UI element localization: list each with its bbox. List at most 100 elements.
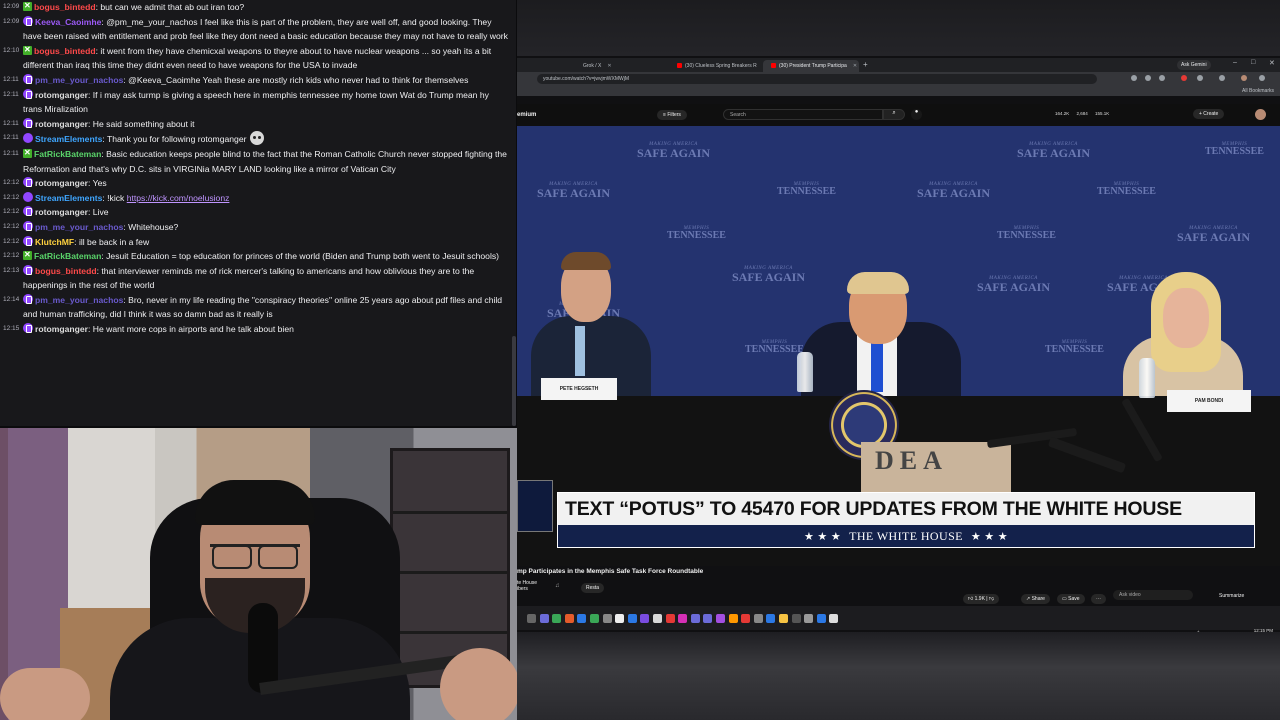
taskbar-app-icon[interactable] [753,614,763,623]
subscriber-badge-icon[interactable] [23,73,33,84]
minimize-icon[interactable]: – [1233,59,1237,66]
subscriber-badge-icon[interactable] [23,293,33,304]
taskbar-app-icon[interactable] [716,614,725,623]
sidepanel-icon[interactable] [1219,75,1225,81]
filters-button[interactable]: ≡ Filters [657,110,687,120]
chat-username[interactable]: Keeva_Caoimhe [35,17,101,27]
backdrop-logo: MAKING AMERICASAFE AGAIN [637,142,710,159]
bot-badge-icon[interactable] [23,133,33,144]
chat-username[interactable]: rotomganger [35,207,88,217]
taskbar-app-icon[interactable] [653,614,662,623]
chat-username[interactable]: KlutchMF [35,237,74,247]
taskbar-app-icon[interactable] [539,614,549,623]
avatar[interactable] [1255,109,1266,120]
extension-icon[interactable] [1145,75,1151,81]
taskbar-app-icon[interactable] [703,614,713,623]
close-icon[interactable]: ✕ [607,63,611,69]
chat-username[interactable]: pm_me_your_nachos [35,222,123,232]
subscriber-badge-icon[interactable] [23,264,33,275]
bookmark-star-icon[interactable] [1159,75,1165,81]
taskbar-app-icon[interactable] [791,614,801,623]
subscriber-badge-icon[interactable] [23,88,33,99]
notification-bell-icon[interactable]: ♫ [555,583,560,589]
share-button[interactable]: ↗ Share [1021,594,1050,604]
close-icon[interactable]: ✕ [853,63,857,69]
chat-username[interactable]: FatRickBateman [34,251,101,261]
subscriber-badge-icon[interactable] [23,220,33,231]
taskbar-app-icon[interactable] [766,614,776,623]
extension-icon[interactable] [1197,75,1203,81]
taskbar-app-icon[interactable] [690,614,700,623]
profile-avatar[interactable] [1241,75,1247,81]
vip-badge-icon[interactable] [23,43,32,57]
taskbar-app-icon[interactable] [741,614,751,623]
chat-username[interactable]: bogus_bintedd [34,2,96,12]
extension-icon[interactable] [1181,75,1187,81]
taskbar-app-icon[interactable] [829,614,839,623]
timestamp: 12:12 [3,237,20,245]
chat-username[interactable]: StreamElements [35,193,102,203]
chat-username[interactable]: StreamElements [35,134,102,144]
youtube-logo[interactable]: emium [517,112,536,118]
taskbar-app-icon[interactable] [615,614,625,623]
search-input[interactable]: Search [723,109,883,120]
taskbar-app-icon[interactable] [665,614,675,623]
chat-username[interactable]: rotomganger [35,178,88,188]
close-window-icon[interactable]: ✕ [1269,59,1275,67]
taskbar-app-icon[interactable] [527,614,536,623]
vip-badge-icon[interactable] [23,248,32,263]
microphone-icon[interactable]: ● [911,109,922,120]
subscriber-badge-icon[interactable] [23,15,33,26]
subscriber-badge-icon[interactable] [23,323,33,334]
vip-badge-icon[interactable] [23,0,32,14]
summarize-button[interactable]: Summarize [1219,593,1244,599]
chat-link[interactable]: https://kick.com/noelusionz [127,193,230,203]
taskbar-app-icon[interactable] [577,614,587,623]
new-tab-icon[interactable]: + [863,60,868,69]
taskbar-app-icon[interactable] [804,614,814,623]
video-player[interactable]: MAKING AMERICA SAFE AGAIN MAKING AMERICA SA… [517,126,1280,566]
subscribe-button[interactable]: Resta [581,583,605,593]
taskbar-app-icon[interactable] [564,614,574,623]
tab-spring-breakers[interactable]: (30) Clueless Spring Breakers R [669,60,773,72]
ask-gemini-button[interactable]: Ask Gemini [1177,60,1211,70]
search-icon[interactable]: ⌕ [883,109,905,120]
taskbar-app-icon[interactable] [602,614,612,623]
taskbar-app-icon[interactable] [627,614,637,623]
taskbar-app-icon[interactable] [728,614,738,623]
taskbar-app-icon[interactable] [590,614,599,623]
chat-username[interactable]: pm_me_your_nachos [35,295,123,305]
chat-username[interactable]: rotomganger [35,119,88,129]
taskbar-app-icon[interactable] [779,614,788,623]
extension-icon[interactable] [1131,75,1137,81]
chat-username[interactable]: rotomganger [35,90,88,100]
menu-icon[interactable] [1259,75,1265,81]
like-button[interactable]: 👍︎ 1.9K | 👎︎ [963,594,1000,604]
taskbar-app-icon[interactable] [678,614,688,623]
maximize-icon[interactable]: □ [1251,59,1255,66]
chat-username[interactable]: bogus_bintedd [34,46,96,56]
chat-username[interactable]: pm_me_your_nachos [35,75,123,85]
url-field[interactable]: youtube.com/watch?v=jwvjmWXMWjM [537,74,1097,84]
channel-info: te House ibers [517,580,537,592]
more-icon[interactable]: ⋯ [1091,594,1106,604]
ask-video-input[interactable]: Ask video [1113,590,1193,600]
subscriber-badge-icon[interactable] [23,117,33,128]
tab-grok[interactable]: Grok / X ✕ [575,60,667,72]
taskbar-app-icon[interactable] [552,614,562,623]
vip-badge-icon[interactable] [23,146,32,161]
chat-username[interactable]: bogus_bintedd [35,266,97,276]
chat-username[interactable]: FatRickBateman [34,149,101,159]
chat-scrollbar[interactable] [512,336,516,426]
all-bookmarks[interactable]: All Bookmarks [1242,88,1274,94]
chat-username[interactable]: rotomganger [35,324,88,334]
tab-trump-video[interactable]: (30) President Trump Participa ✕ [763,60,859,72]
taskbar-app-icon[interactable] [640,614,650,623]
subscriber-badge-icon[interactable] [23,206,33,217]
create-button[interactable]: + Create [1193,109,1225,119]
subscriber-badge-icon[interactable] [23,235,33,246]
taskbar-app-icon[interactable] [816,614,826,623]
subscriber-badge-icon[interactable] [23,177,33,188]
save-button[interactable]: ▭ Save [1057,594,1085,604]
bot-badge-icon[interactable] [23,191,33,202]
